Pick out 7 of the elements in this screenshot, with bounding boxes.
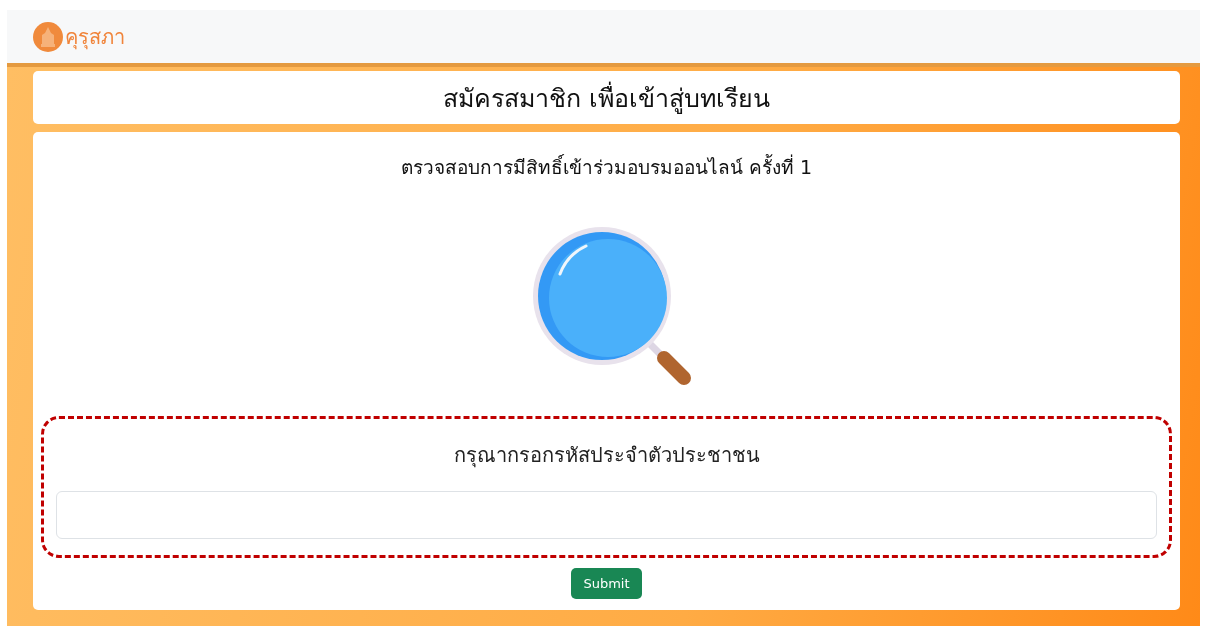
- submit-button[interactable]: Submit: [571, 568, 642, 599]
- id-prompt: กรุณากรอกรหัสประจำตัวประชาชน: [453, 442, 760, 470]
- brand-name[interactable]: คุรุสภา: [65, 20, 125, 53]
- emblem-icon: [33, 21, 63, 52]
- section-title: ตรวจสอบการมีสิทธิ์เข้าร่วมอบรมออนไลน์ ครั้งที่ 1: [400, 153, 813, 180]
- page-title: สมัครสมาชิก เพื่อเข้าสู่บทเรียน: [443, 80, 770, 116]
- id-input-field[interactable]: [56, 491, 1157, 539]
